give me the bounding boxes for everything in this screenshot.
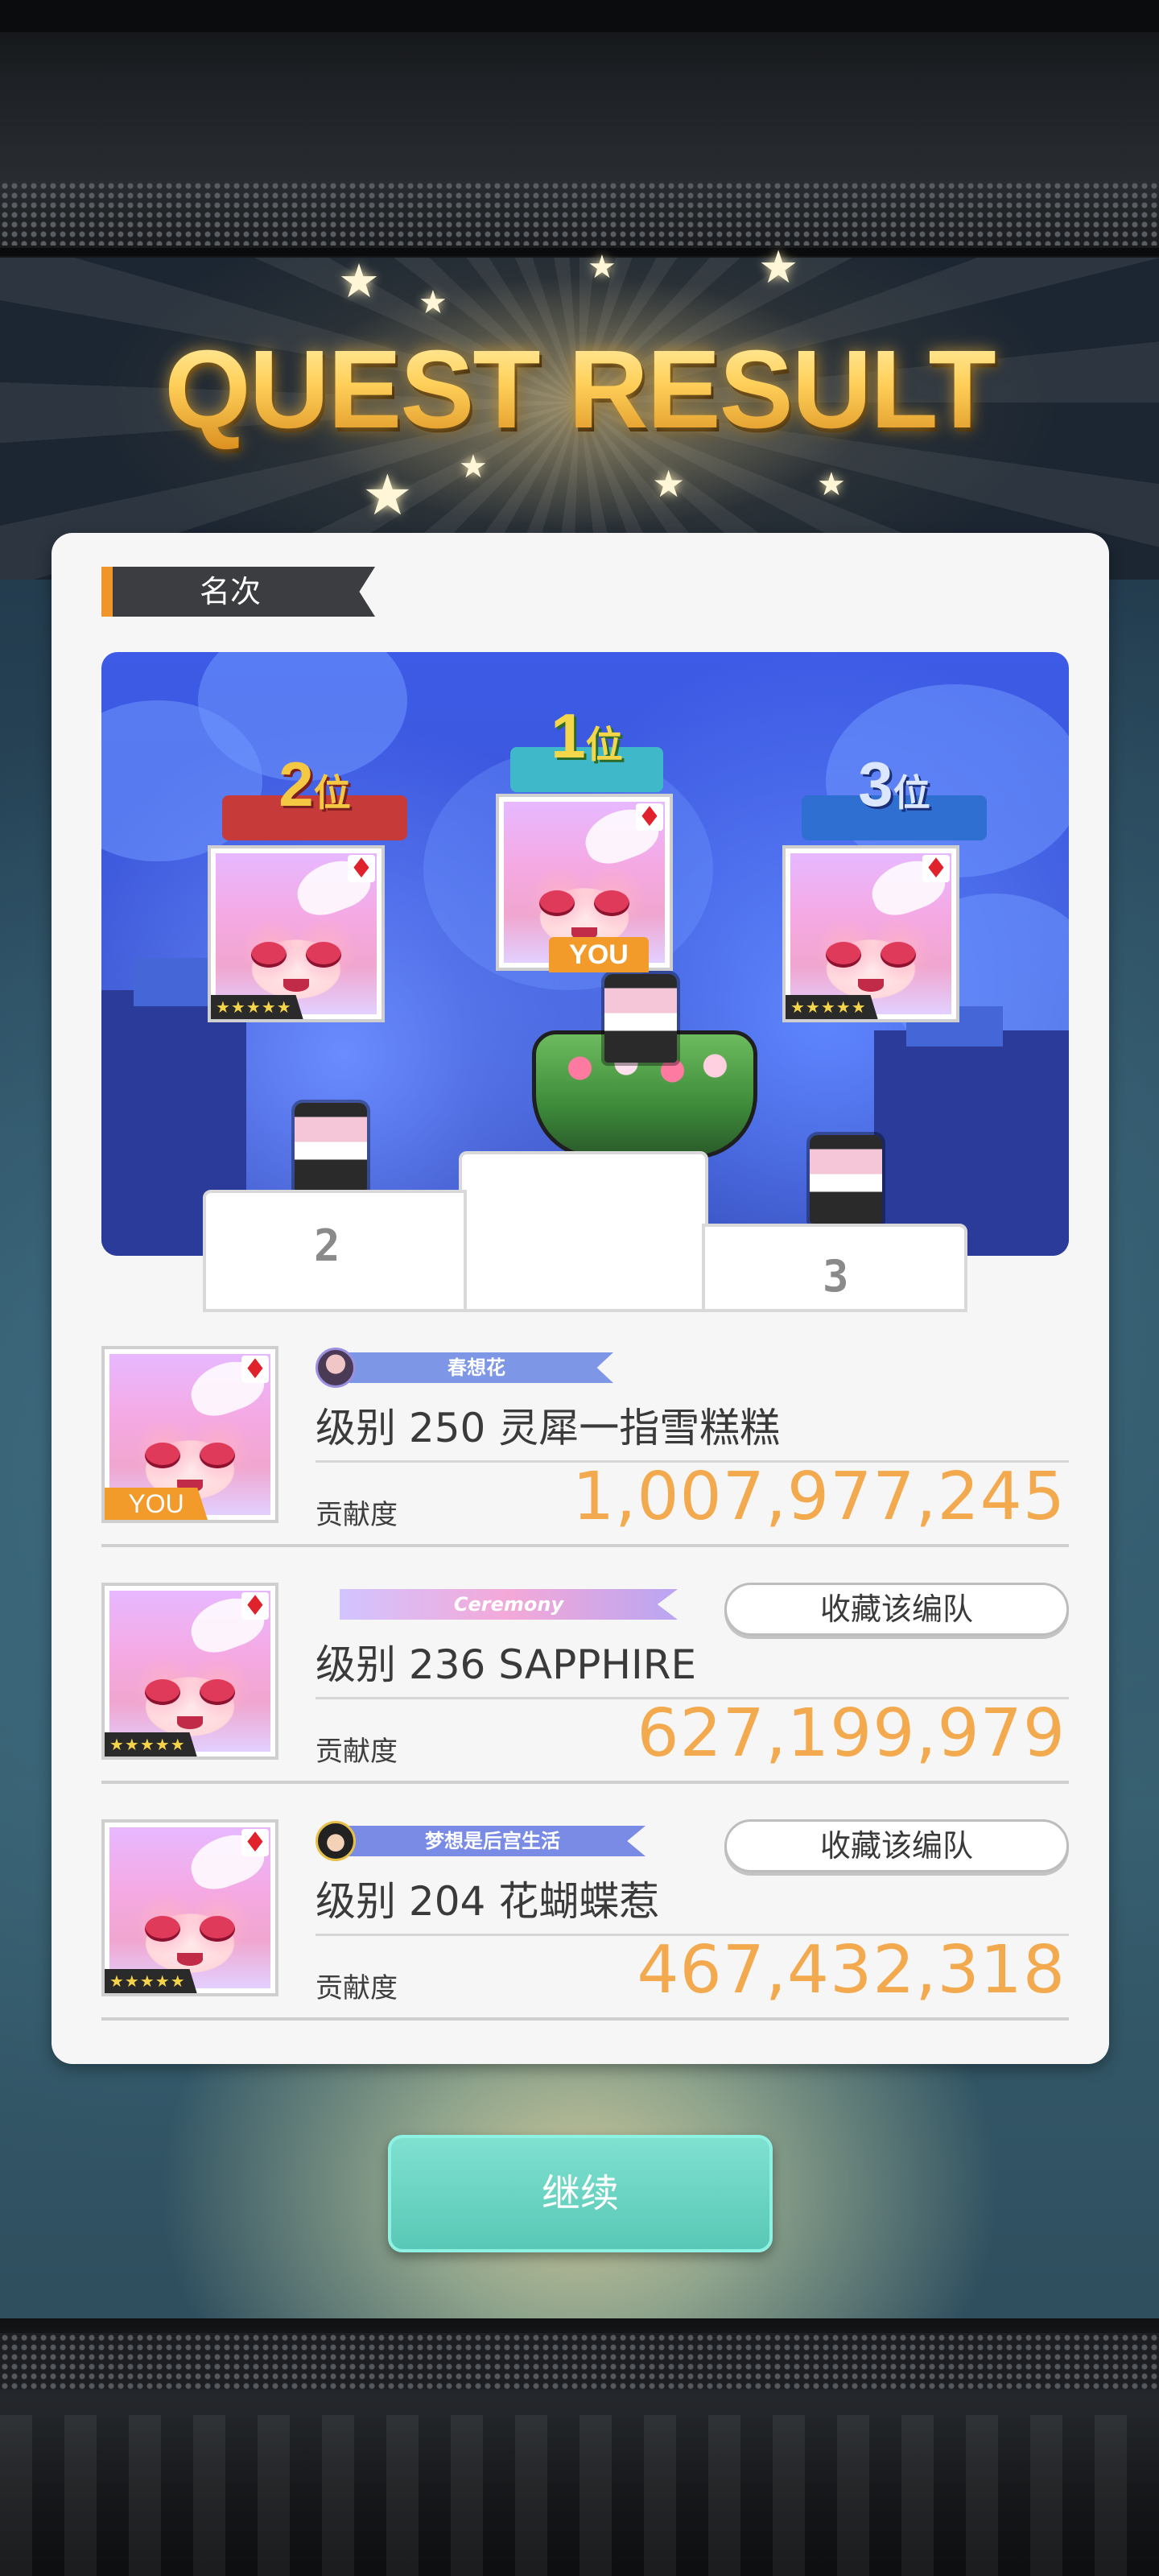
- row-separator: [101, 1781, 1069, 1784]
- star-icon: ★: [817, 466, 846, 503]
- diamond-suit-icon: ♦: [922, 852, 950, 885]
- you-tag-podium: YOU: [549, 937, 649, 972]
- bottom-frame-band: [0, 2318, 1159, 2576]
- place-card-3[interactable]: ♦ ★★★★★: [782, 845, 959, 1022]
- badge-label: 春想花: [340, 1352, 613, 1383]
- rank-1-number: 1: [551, 700, 586, 771]
- player-avatar-icon: [316, 1348, 356, 1388]
- rank-ribbon-3: 3位: [802, 752, 987, 840]
- podium-step-2: 2: [203, 1190, 467, 1312]
- player-avatar-icon: [316, 1821, 356, 1861]
- rank-3-suffix: 位: [893, 772, 930, 814]
- player-thumbnail[interactable]: ♦ YOU: [101, 1346, 278, 1523]
- rank-2-suffix: 位: [313, 772, 351, 814]
- player-name: 级别 236 SAPPHIRE: [316, 1641, 697, 1688]
- rank-ribbon-1: 1位: [510, 704, 663, 792]
- row-separator: [101, 1544, 1069, 1547]
- star-icon: ★: [588, 249, 617, 286]
- place-card-2[interactable]: ♦ ★★★★★: [208, 845, 385, 1022]
- result-panel: 名次 2 3 1位 ♦ YOU 2位 ♦ ★★★★★ 3位 ♦ ★★★★★ ♦ …: [52, 533, 1109, 2064]
- player-name: 级别 204 花蝴蝶惹: [316, 1878, 660, 1925]
- player-thumbnail[interactable]: ♦ ★★★★★: [101, 1583, 278, 1760]
- star-icon: ★: [338, 254, 380, 308]
- diamond-suit-icon: ♦: [241, 1353, 269, 1385]
- ranking-row-1: ♦ YOU 春想花 级别 250 灵犀一指雪糕糕 贡献度 1,007,977,2…: [101, 1346, 1069, 1547]
- player-thumbnail[interactable]: ♦ ★★★★★: [101, 1819, 278, 1996]
- top-frame-band: [0, 0, 1159, 258]
- diamond-suit-icon: ♦: [636, 801, 663, 833]
- podium-step-3-label: 3: [823, 1251, 849, 1302]
- badge-label: Ceremony: [340, 1589, 678, 1620]
- save-team-button[interactable]: 收藏该编队: [724, 1819, 1069, 1872]
- you-tag: YOU: [105, 1488, 208, 1520]
- podium: 2 3 1位 ♦ YOU 2位 ♦ ★★★★★ 3位 ♦ ★★★★★: [101, 652, 1069, 1377]
- rank-2-number: 2: [278, 749, 314, 819]
- page-title: QUEST RESULT: [0, 326, 1159, 454]
- star-icon: ★: [459, 448, 488, 485]
- player-name: 级别 250 灵犀一指雪糕糕: [316, 1405, 781, 1451]
- save-team-button[interactable]: 收藏该编队: [724, 1583, 1069, 1636]
- section-header-ranking: 名次: [101, 567, 375, 617]
- star-icon: ★: [652, 462, 686, 506]
- rarity-stars: ★★★★★: [786, 995, 878, 1019]
- star-icon: ★: [362, 462, 413, 528]
- contribution-label: 贡献度: [316, 1972, 398, 2004]
- rarity-stars: ★★★★★: [105, 1732, 197, 1757]
- podium-step-2-label: 2: [314, 1220, 340, 1271]
- star-icon: ★: [758, 242, 799, 294]
- rank-ribbon-2: 2位: [222, 752, 407, 840]
- contribution-score: 627,199,979: [637, 1695, 1066, 1772]
- star-icon: ★: [419, 284, 448, 321]
- diamond-suit-icon: ♦: [348, 852, 375, 885]
- rarity-stars: ★★★★★: [211, 995, 303, 1019]
- ranking-row-2: ♦ ★★★★★ Ceremony 收藏该编队 级别 236 SAPPHIRE 贡…: [101, 1583, 1069, 1784]
- rank-3-number: 3: [858, 749, 893, 819]
- diamond-suit-icon: ♦: [241, 1827, 269, 1859]
- ranking-row-3: ♦ ★★★★★ 梦想是后宫生活 收藏该编队 级别 204 花蝴蝶惹 贡献度 46…: [101, 1819, 1069, 2021]
- diamond-suit-icon: ♦: [241, 1590, 269, 1622]
- section-title: 名次: [199, 574, 261, 609]
- badge-label: 梦想是后宫生活: [340, 1826, 645, 1856]
- row-separator: [101, 2017, 1069, 2021]
- contribution-label: 贡献度: [316, 1499, 398, 1531]
- continue-button[interactable]: 继续: [388, 2135, 773, 2252]
- rank-1-suffix: 位: [585, 724, 623, 766]
- podium-step-3: 3: [702, 1224, 967, 1312]
- podium-step-1: [459, 1151, 708, 1312]
- rarity-stars: ★★★★★: [105, 1969, 197, 1993]
- contribution-score: 1,007,977,245: [572, 1459, 1066, 1535]
- contribution-score: 467,432,318: [637, 1932, 1066, 2008]
- contribution-label: 贡献度: [316, 1736, 398, 1768]
